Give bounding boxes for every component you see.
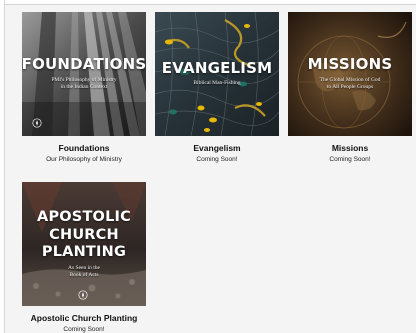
course-card-missions[interactable]: MISSIONS The Global Mission of God to Al… [288, 12, 412, 163]
image-subtitle: As Seen in the Book of Acts [68, 265, 100, 279]
course-title[interactable]: Apostolic Church Planting [22, 313, 146, 323]
thumbnail-overlay: MISSIONS The Global Mission of God to Al… [288, 12, 412, 136]
frame-top-border [0, 0, 416, 5]
image-subtitle-line: in the Indian Context [60, 83, 108, 90]
course-caption: Coming Soon! [63, 326, 105, 333]
thumbnail-overlay: APOSTOLIC CHURCH PLANTING As Seen in the… [22, 182, 146, 306]
course-title[interactable]: Evangelism [155, 143, 279, 153]
course-caption: Coming Soon! [196, 156, 238, 163]
image-heading: EVANGELISM [161, 58, 273, 77]
image-subtitle-line: The Global Mission of God [319, 77, 381, 83]
course-thumbnail-missions[interactable]: MISSIONS The Global Mission of God to Al… [288, 12, 412, 136]
ministry-emblem-icon [32, 118, 42, 128]
image-subtitle-line: Book of Acts [69, 271, 99, 278]
course-caption: Coming Soon! [329, 156, 371, 163]
image-subtitle-line: to All People Groups [326, 83, 374, 90]
course-title[interactable]: Foundations [22, 143, 146, 153]
course-caption: Our Philosophy of Ministry [46, 156, 122, 163]
course-card-foundations[interactable]: FOUNDATIONS PMI's Philosophy of Ministry… [22, 12, 146, 163]
image-heading: MISSIONS [307, 55, 393, 74]
image-heading: APOSTOLIC CHURCH PLANTING [37, 209, 131, 260]
course-card-apostolic-church-planting[interactable]: APOSTOLIC CHURCH PLANTING As Seen in the… [22, 182, 146, 333]
image-subtitle-line: As Seen in the [68, 264, 100, 271]
course-thumbnail-apostolic-church-planting[interactable]: APOSTOLIC CHURCH PLANTING As Seen in the… [22, 182, 146, 306]
image-subtitle: The Global Mission of God to All People … [320, 77, 381, 91]
course-grid-page: FOUNDATIONS PMI's Philosophy of Ministry… [0, 0, 416, 333]
course-thumbnail-evangelism[interactable]: EVANGELISM Biblical Man-Fishing [155, 12, 279, 136]
image-subtitle-line: PMI's Philosophy of Ministry [51, 77, 117, 83]
image-heading-line: CHURCH [49, 226, 119, 243]
course-thumbnail-foundations[interactable]: FOUNDATIONS PMI's Philosophy of Ministry… [22, 12, 146, 136]
course-title[interactable]: Missions [288, 143, 412, 153]
thumbnail-overlay: EVANGELISM Biblical Man-Fishing [155, 12, 279, 136]
course-card-evangelism[interactable]: EVANGELISM Biblical Man-Fishing Evangeli… [155, 12, 279, 163]
image-heading-line: APOSTOLIC [37, 209, 131, 226]
image-heading-line: PLANTING [41, 243, 127, 260]
frame-left-border [0, 0, 5, 333]
image-subtitle-line: Biblical Man-Fishing [193, 80, 241, 87]
image-subtitle: PMI's Philosophy of Ministry in the Indi… [51, 77, 116, 91]
image-subtitle: Biblical Man-Fishing [193, 80, 240, 87]
ministry-emblem-icon [78, 290, 88, 300]
image-heading: FOUNDATIONS [22, 55, 146, 74]
